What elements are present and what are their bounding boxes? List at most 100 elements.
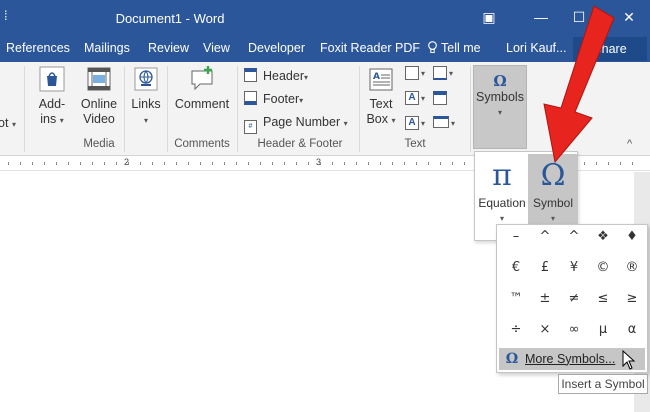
truncated-ribbon-item[interactable]: ot ▾ <box>0 116 17 132</box>
ruler-tick <box>320 162 321 165</box>
symbol-cell[interactable]: – <box>501 223 531 251</box>
footer-button[interactable]: Footer▾ <box>244 89 303 109</box>
symbol-cell[interactable]: ≠ <box>559 285 589 313</box>
ruler-tick <box>92 162 93 165</box>
symbol-cell[interactable]: ¥ <box>559 254 589 282</box>
tab-mailings[interactable]: Mailings <box>84 41 130 55</box>
equation-button[interactable]: π Equation ▾ <box>477 154 527 226</box>
tab-review[interactable]: Review <box>148 41 189 55</box>
tell-me-search[interactable]: Tell me <box>427 41 481 55</box>
symbol-button[interactable]: Ω Symbol ▾ <box>528 154 578 226</box>
wordart-icon[interactable]: A <box>405 91 419 105</box>
ribbon-display-options-button[interactable]: ▣ <box>477 6 501 28</box>
ruler-tick <box>416 162 417 165</box>
store-bag-icon <box>39 66 65 92</box>
chevron-down-icon: ▾ <box>143 116 148 125</box>
minimize-button[interactable]: — <box>529 6 553 28</box>
symbol-cell[interactable]: µ <box>588 316 618 344</box>
page-number-icon: # <box>244 120 257 134</box>
new-comment-icon <box>191 66 213 91</box>
date-time-icon[interactable] <box>433 91 447 105</box>
ruler-tick <box>308 162 309 165</box>
ruler-tick <box>44 162 45 165</box>
symbol-cell[interactable]: ± <box>530 285 560 313</box>
add-ins-label-2: ins <box>40 112 57 126</box>
tab-view[interactable]: View <box>203 41 230 55</box>
tab-developer[interactable]: Developer <box>248 41 305 55</box>
online-video-label-1: Online <box>80 97 118 111</box>
ruler-tick <box>20 162 21 165</box>
symbols-button[interactable]: Ω Symbols ▾ <box>473 65 527 149</box>
symbol-cell[interactable]: © <box>588 254 618 282</box>
symbol-cell[interactable]: ≥ <box>617 285 647 313</box>
ruler-tick <box>392 162 393 165</box>
symbol-cell[interactable]: ❖ <box>588 223 618 251</box>
text-box-icon: A <box>369 68 393 91</box>
ruler-tick <box>164 162 165 165</box>
omega-icon: Ω <box>540 158 566 193</box>
online-video-button[interactable]: Online Video <box>77 64 121 127</box>
online-video-label-2: Video <box>83 112 115 126</box>
chevron-down-icon: ▾ <box>304 73 309 82</box>
ruler-tick <box>260 162 261 165</box>
window-title: Document1 - Word <box>115 11 225 26</box>
collapse-ribbon-icon[interactable]: ^ <box>627 138 632 150</box>
group-label-header-footer: Header & Footer <box>257 138 343 150</box>
ruler-tick <box>104 162 105 165</box>
symbol-cell[interactable]: × <box>530 316 560 344</box>
header-icon <box>244 68 257 82</box>
chevron-down-icon: ▾ <box>343 119 348 128</box>
add-ins-label-1: Add- <box>38 97 66 111</box>
links-button[interactable]: Links ▾ <box>128 64 164 128</box>
chevron-down-icon: ▾ <box>550 214 555 223</box>
symbol-cell[interactable]: £ <box>530 254 560 282</box>
symbol-cell[interactable]: ® <box>617 254 647 282</box>
maximize-button[interactable]: ☐ <box>567 6 591 28</box>
ruler-tick <box>56 162 57 165</box>
ruler-tick <box>344 162 345 165</box>
symbol-cell[interactable]: ∞ <box>559 316 589 344</box>
chevron-down-icon: ▾ <box>499 214 504 223</box>
symbol-cell[interactable]: ™ <box>501 285 531 313</box>
ruler-tick <box>236 162 237 165</box>
ruler-tick <box>140 162 141 165</box>
symbol-cell[interactable]: € <box>501 254 531 282</box>
ruler-tick <box>368 162 369 165</box>
share-button[interactable]: Share <box>573 37 647 61</box>
ribbon-insert: ot ▾ Add- ins ▾ Online Video Media Links… <box>0 62 650 156</box>
header-button[interactable]: Header▾ <box>244 66 308 86</box>
chevron-down-icon: ▾ <box>421 69 426 78</box>
ribbon-separator <box>359 66 360 152</box>
ruler-tick <box>248 162 249 165</box>
signature-line-icon[interactable] <box>433 66 447 80</box>
chevron-down-icon: ▾ <box>449 69 454 78</box>
ruler-tick <box>176 162 177 165</box>
chevron-down-icon: ▾ <box>421 94 426 103</box>
ruler-tick <box>464 162 465 165</box>
drop-cap-icon[interactable]: A <box>405 116 419 130</box>
symbol-cell[interactable]: ^ <box>530 223 560 251</box>
tab-foxit-reader-pdf[interactable]: Foxit Reader PDF <box>320 41 420 55</box>
object-icon[interactable] <box>433 116 449 128</box>
add-ins-button[interactable]: Add- ins ▾ <box>30 64 74 128</box>
globe-link-icon <box>134 67 158 91</box>
page-number-button[interactable]: # Page Number ▾ <box>244 112 348 134</box>
symbol-cell[interactable]: ^ <box>559 223 589 251</box>
tooltip: Insert a Symbol <box>558 374 648 394</box>
text-box-button[interactable]: A Text Box ▾ <box>363 64 399 128</box>
omega-icon: Ω <box>505 351 519 367</box>
comment-button[interactable]: Comment <box>171 64 233 112</box>
tab-references[interactable]: References <box>6 41 70 55</box>
quick-parts-icon[interactable] <box>405 66 419 80</box>
ruler-tick <box>596 162 597 165</box>
symbol-cell[interactable]: ÷ <box>501 316 531 344</box>
ruler-tick <box>404 162 405 165</box>
chevron-down-icon: ▾ <box>451 119 456 128</box>
symbol-cell[interactable]: α <box>617 316 647 344</box>
ribbon-tabs: References Mailings Review View Develope… <box>0 36 650 62</box>
ruler-tick <box>380 162 381 165</box>
symbol-cell[interactable]: ≤ <box>588 285 618 313</box>
symbol-cell[interactable]: ♦ <box>617 223 647 251</box>
close-button[interactable]: ✕ <box>617 6 641 28</box>
account-user-name[interactable]: Lori Kauf... <box>506 41 566 55</box>
